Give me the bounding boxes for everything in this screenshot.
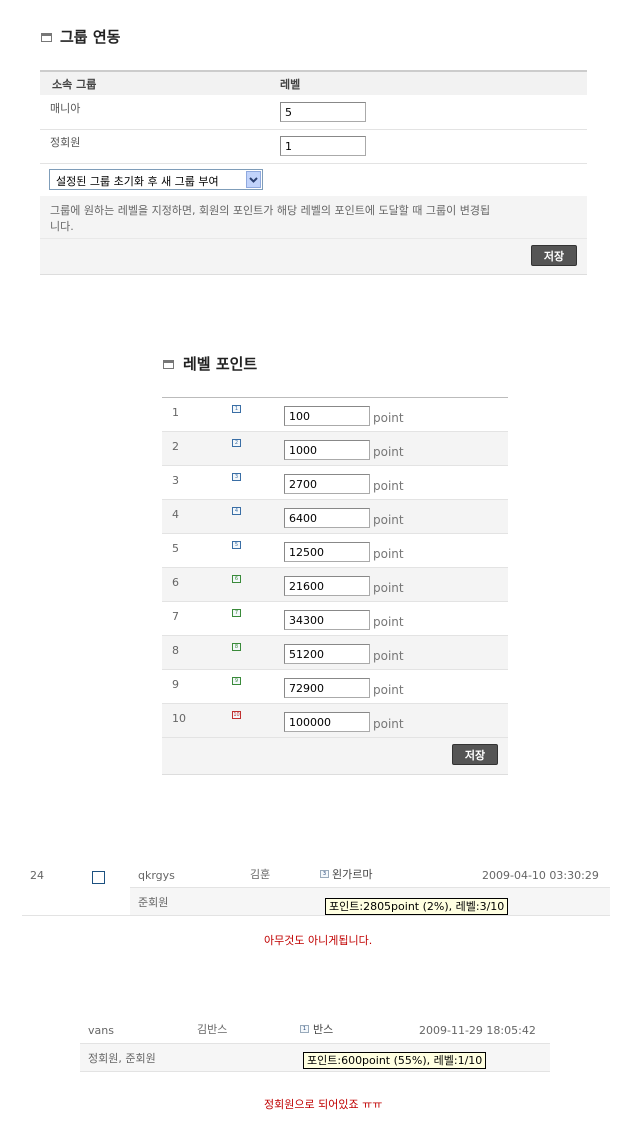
row-divider [40, 163, 587, 164]
level-row: 1 1 100 point [162, 398, 508, 432]
help-text: 그룹에 원하는 레벨을 지정하면, 회원의 포인트가 해당 레벨의 포인트에 도… [50, 204, 491, 217]
level-row: 4 4 6400 point [162, 500, 508, 534]
point-unit: point [373, 683, 404, 697]
point-input[interactable]: 1000 [284, 440, 370, 460]
member-number: 24 [30, 869, 44, 882]
section-icon [163, 360, 174, 369]
level-number: 10 [172, 712, 186, 725]
point-input[interactable]: 2700 [284, 474, 370, 494]
level-row: 8 8 51200 point [162, 636, 508, 670]
level-icon: 9 [232, 677, 241, 685]
level-icon: 3 [232, 473, 241, 481]
group-name: 매니아 [50, 102, 81, 115]
group-mode-select[interactable]: 설정된 그룹 초기화 후 새 그룹 부여 [49, 169, 263, 190]
point-tooltip: 포인트:600point (55%), 레벨:1/10 [303, 1052, 487, 1069]
point-input[interactable]: 12500 [284, 542, 370, 562]
point-input[interactable]: 6400 [284, 508, 370, 528]
level-icon: 1 [300, 1025, 309, 1033]
point-unit: point [373, 547, 404, 561]
group-name: 정회원 [50, 136, 81, 149]
group-help-area: 그룹에 원하는 레벨을 지정하면, 회원의 포인트가 해당 레벨의 포인트에 도… [40, 196, 587, 274]
point-unit: point [373, 717, 404, 731]
point-input[interactable]: 21600 [284, 576, 370, 596]
level-row: 10 10 100000 point [162, 704, 508, 738]
level-row: 5 5 12500 point [162, 534, 508, 568]
member-groups: 준회원 [138, 896, 169, 909]
member-nickname[interactable]: 반스 [313, 1021, 333, 1037]
section-bottom-border [162, 774, 508, 775]
point-input[interactable]: 51200 [284, 644, 370, 664]
point-unit: point [373, 513, 404, 527]
level-row: 2 2 1000 point [162, 432, 508, 466]
level-icon: 3 [320, 870, 329, 878]
level-row: 6 6 21600 point [162, 568, 508, 602]
save-button[interactable]: 저장 [452, 744, 498, 765]
level-row: 9 9 72900 point [162, 670, 508, 704]
level-icon: 8 [232, 643, 241, 651]
level-input[interactable]: 1 [280, 136, 366, 156]
save-button[interactable]: 저장 [531, 245, 577, 266]
member-nickname[interactable]: 왼가르마 [332, 866, 372, 882]
row-divider [80, 1071, 550, 1072]
comment-text: 정회원으로 되어있죠 ㅠㅠ [264, 1098, 383, 1111]
point-unit: point [373, 615, 404, 629]
level-icon: 6 [232, 575, 241, 583]
level-number: 5 [172, 542, 179, 555]
level-number: 6 [172, 576, 179, 589]
section-bottom-border [40, 274, 587, 275]
level-icon: 5 [232, 541, 241, 549]
point-unit: point [373, 479, 404, 493]
level-icon: 2 [232, 439, 241, 447]
level-number: 2 [172, 440, 179, 453]
table-header: 소속 그룹 레벨 [40, 72, 587, 95]
member-date: 2009-11-29 18:05:42 [419, 1024, 536, 1037]
point-input[interactable]: 100000 [284, 712, 370, 732]
group-row: 매니아 5 [40, 95, 587, 129]
level-row: 3 3 2700 point [162, 466, 508, 500]
member-checkbox[interactable] [92, 871, 105, 884]
help-text: 니다. [50, 220, 74, 233]
level-number: 4 [172, 508, 179, 521]
level-number: 9 [172, 678, 179, 691]
level-icon: 10 [232, 711, 241, 719]
section-icon [41, 33, 52, 42]
level-row: 7 7 34300 point [162, 602, 508, 636]
point-unit: point [373, 411, 404, 425]
member-id[interactable]: vans [88, 1024, 114, 1037]
level-number: 8 [172, 644, 179, 657]
point-unit: point [373, 649, 404, 663]
level-input[interactable]: 5 [280, 102, 366, 122]
member-date: 2009-04-10 03:30:29 [482, 869, 599, 882]
member-name: 김훈 [250, 868, 271, 881]
row-divider [22, 915, 610, 916]
divider [40, 238, 587, 239]
member-name: 김반스 [197, 1023, 228, 1036]
point-unit: point [373, 581, 404, 595]
level-section-title: 레벨 포인트 [183, 355, 258, 373]
comment-text: 아무것도 아니게됩니다. [264, 934, 373, 947]
level-icon: 4 [232, 507, 241, 515]
col-level-header: 레벨 [280, 78, 301, 91]
member-id[interactable]: qkrgys [138, 869, 175, 882]
group-section-title: 그룹 연동 [60, 28, 121, 46]
point-input[interactable]: 34300 [284, 610, 370, 630]
point-tooltip: 포인트:2805point (2%), 레벨:3/10 [325, 898, 509, 915]
group-row: 정회원 1 [40, 130, 587, 164]
col-group-header: 소속 그룹 [52, 78, 97, 91]
level-number: 1 [172, 406, 179, 419]
point-input[interactable]: 72900 [284, 678, 370, 698]
point-input[interactable]: 100 [284, 406, 370, 426]
member-groups: 정회원, 준회원 [88, 1052, 156, 1065]
level-icon: 1 [232, 405, 241, 413]
chevron-down-icon[interactable] [246, 171, 261, 188]
level-number: 7 [172, 610, 179, 623]
point-unit: point [373, 445, 404, 459]
level-icon: 7 [232, 609, 241, 617]
group-mode-value: 설정된 그룹 초기화 후 새 그룹 부여 [56, 175, 219, 188]
level-number: 3 [172, 474, 179, 487]
